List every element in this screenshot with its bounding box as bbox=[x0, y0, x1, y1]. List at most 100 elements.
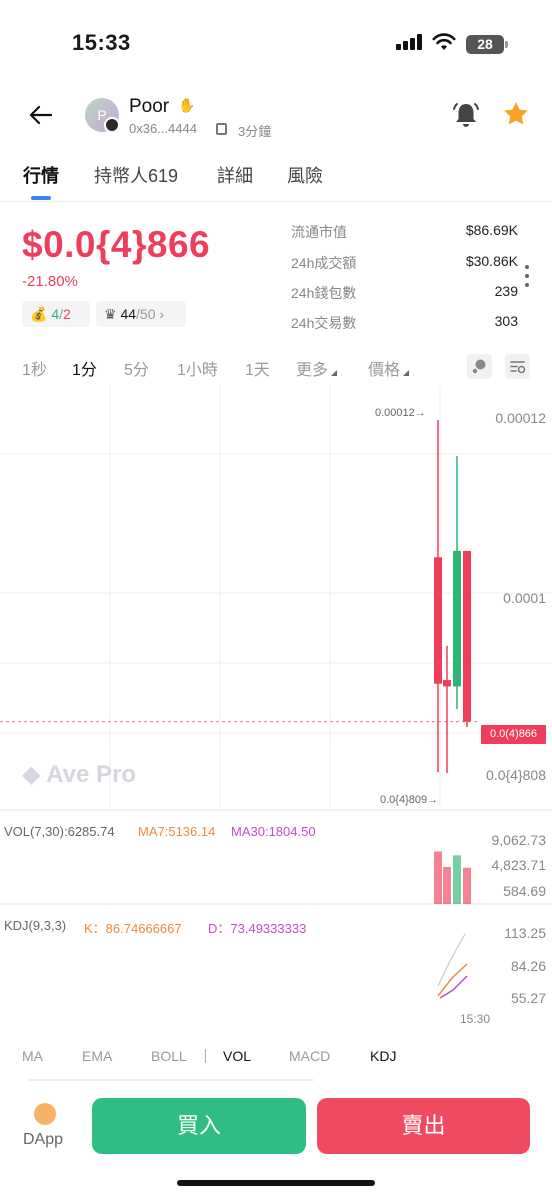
watermark-text: Ave Pro bbox=[46, 761, 137, 788]
interval-more-label: 更多 bbox=[296, 362, 329, 379]
volume-bars bbox=[434, 851, 471, 904]
alert-bell-icon[interactable] bbox=[452, 100, 480, 130]
volume-bar bbox=[443, 866, 451, 904]
kdj-k-legend: K：86.74666667 bbox=[84, 921, 182, 936]
tab-market[interactable]: 行情 bbox=[23, 162, 59, 188]
price-axis-label: 0.0001 bbox=[503, 590, 546, 606]
stat-value-trades: 303 bbox=[494, 313, 518, 329]
indicator-separator bbox=[205, 1049, 206, 1063]
stat-label-market-cap: 流通市值 bbox=[291, 224, 347, 240]
kdj-axis-label: 113.25 bbox=[504, 925, 546, 941]
score-value: 44 bbox=[120, 306, 137, 322]
copy-icon[interactable] bbox=[216, 123, 227, 135]
price-mode-dropdown[interactable]: 價格 bbox=[368, 356, 410, 380]
ma7-legend: MA7:5136.14 bbox=[138, 824, 216, 839]
chart-settings-button[interactable] bbox=[505, 354, 530, 379]
back-arrow-icon[interactable] bbox=[28, 102, 54, 128]
dapp-icon[interactable] bbox=[34, 1103, 56, 1125]
chevron-right-icon: › bbox=[159, 306, 165, 322]
candle-body bbox=[443, 680, 451, 687]
price-axis-label: 0.0{4}808 bbox=[486, 767, 546, 783]
kdj-lines bbox=[437, 933, 468, 999]
interval-1h[interactable]: 1小時 bbox=[177, 356, 218, 380]
sell-button[interactable]: 賣出 bbox=[317, 1098, 530, 1154]
token-address: 0x36...4444 bbox=[129, 121, 197, 136]
interval-1s[interactable]: 1秒 bbox=[22, 356, 47, 380]
indicator-ma[interactable]: MA bbox=[22, 1048, 43, 1064]
candle-body bbox=[434, 557, 442, 684]
token-age: 3分鐘 bbox=[238, 124, 272, 139]
money-bag-icon: 💰 bbox=[30, 306, 48, 322]
settings-list-icon bbox=[510, 361, 526, 374]
interval-1m[interactable]: 1分 bbox=[72, 356, 97, 380]
ave-logo-icon: ◆ bbox=[22, 761, 41, 788]
chain-badge-icon bbox=[104, 117, 120, 133]
tab-risk[interactable]: 風險 bbox=[287, 162, 323, 188]
pill-green-value: 4 bbox=[51, 306, 60, 322]
price-axis-label: 0.00012 bbox=[495, 410, 546, 426]
current-price: $0.0{4}866 bbox=[22, 224, 211, 265]
tab-details[interactable]: 詳細 bbox=[217, 162, 253, 188]
kdj-axis-label: 84.26 bbox=[510, 958, 546, 974]
stat-label-volume: 24h成交額 bbox=[291, 255, 357, 271]
divider bbox=[0, 201, 552, 202]
home-indicator[interactable] bbox=[177, 1180, 375, 1186]
indicator-vol[interactable]: VOL bbox=[223, 1048, 251, 1064]
time-axis-label: 15:30 bbox=[460, 1012, 491, 1026]
favorite-star-icon[interactable] bbox=[502, 100, 530, 128]
vol-legend: VOL(7,30):6285.74 bbox=[4, 824, 115, 839]
vol-axis-label: 9,062.73 bbox=[491, 832, 547, 848]
crown-icon: ♛ bbox=[104, 306, 117, 322]
dapp-label[interactable]: DApp bbox=[23, 1131, 63, 1149]
status-time: 15:33 bbox=[72, 30, 131, 55]
buy-button[interactable]: 買入 bbox=[92, 1098, 306, 1154]
pill-red-value: 2 bbox=[63, 306, 71, 322]
price-change: -21.80% bbox=[22, 273, 78, 290]
stat-value-wallets: 239 bbox=[494, 283, 518, 299]
indicator-boll[interactable]: BOLL bbox=[151, 1048, 187, 1064]
score-pill[interactable]: ♛ 44/50 › bbox=[96, 301, 186, 327]
active-tab-indicator bbox=[31, 196, 51, 200]
dropdown-triangle-icon bbox=[331, 370, 338, 376]
interval-1d[interactable]: 1天 bbox=[245, 356, 270, 380]
vol-axis-label: 584.69 bbox=[503, 883, 546, 899]
drawing-tools-button[interactable] bbox=[467, 354, 492, 379]
token-name: Poor bbox=[129, 96, 170, 117]
interval-more-dropdown[interactable]: 更多 bbox=[296, 356, 338, 380]
cellular-signal-icon bbox=[396, 34, 422, 50]
indicator-ema[interactable]: EMA bbox=[82, 1048, 112, 1064]
kdj-axis-label: 55.27 bbox=[510, 990, 546, 1006]
volume-bar bbox=[434, 851, 442, 904]
more-options-icon[interactable] bbox=[525, 265, 529, 287]
volume-bar bbox=[453, 855, 461, 904]
hand-icon: ✋ bbox=[178, 97, 196, 113]
watermark: ◆ Ave Pro bbox=[22, 760, 136, 789]
dropdown-triangle-icon bbox=[403, 370, 410, 376]
stat-value-volume: $30.86K bbox=[465, 253, 518, 269]
stat-label-trades: 24h交易數 bbox=[291, 315, 357, 331]
candle-body bbox=[463, 550, 471, 722]
indicator-macd[interactable]: MACD bbox=[289, 1048, 330, 1064]
candle-body bbox=[453, 550, 461, 687]
indicator-kdj[interactable]: KDJ bbox=[370, 1048, 396, 1064]
battery-icon: 28 bbox=[466, 35, 508, 54]
wifi-icon bbox=[432, 33, 456, 50]
interval-5m[interactable]: 5分 bbox=[124, 356, 149, 380]
ma30-legend: MA30:1804.50 bbox=[231, 824, 316, 839]
price-mode-label: 價格 bbox=[368, 362, 401, 379]
stat-value-market-cap: $86.69K bbox=[465, 222, 518, 238]
buy-sell-count-pill[interactable]: 💰 4/2 bbox=[22, 301, 90, 327]
tab-holders[interactable]: 持幣人619 bbox=[94, 162, 178, 188]
kdj-legend: KDJ(9,3,3) bbox=[4, 918, 67, 933]
volume-bar bbox=[463, 867, 471, 904]
brush-icon bbox=[472, 359, 486, 374]
kdj-d-legend: D：73.49333333 bbox=[208, 921, 307, 936]
high-price-marker: 0.00012→ bbox=[375, 407, 426, 419]
candles bbox=[0, 420, 480, 774]
stat-label-wallets: 24h錢包數 bbox=[291, 285, 357, 301]
vol-axis-label: 4,823.71 bbox=[491, 857, 547, 873]
indicator-scrollbar[interactable] bbox=[28, 1079, 314, 1081]
score-total: /50 bbox=[136, 306, 156, 322]
current-price-tag: 0.0(4)866 bbox=[481, 725, 546, 744]
low-price-marker: 0.0{4}809→ bbox=[380, 794, 439, 806]
